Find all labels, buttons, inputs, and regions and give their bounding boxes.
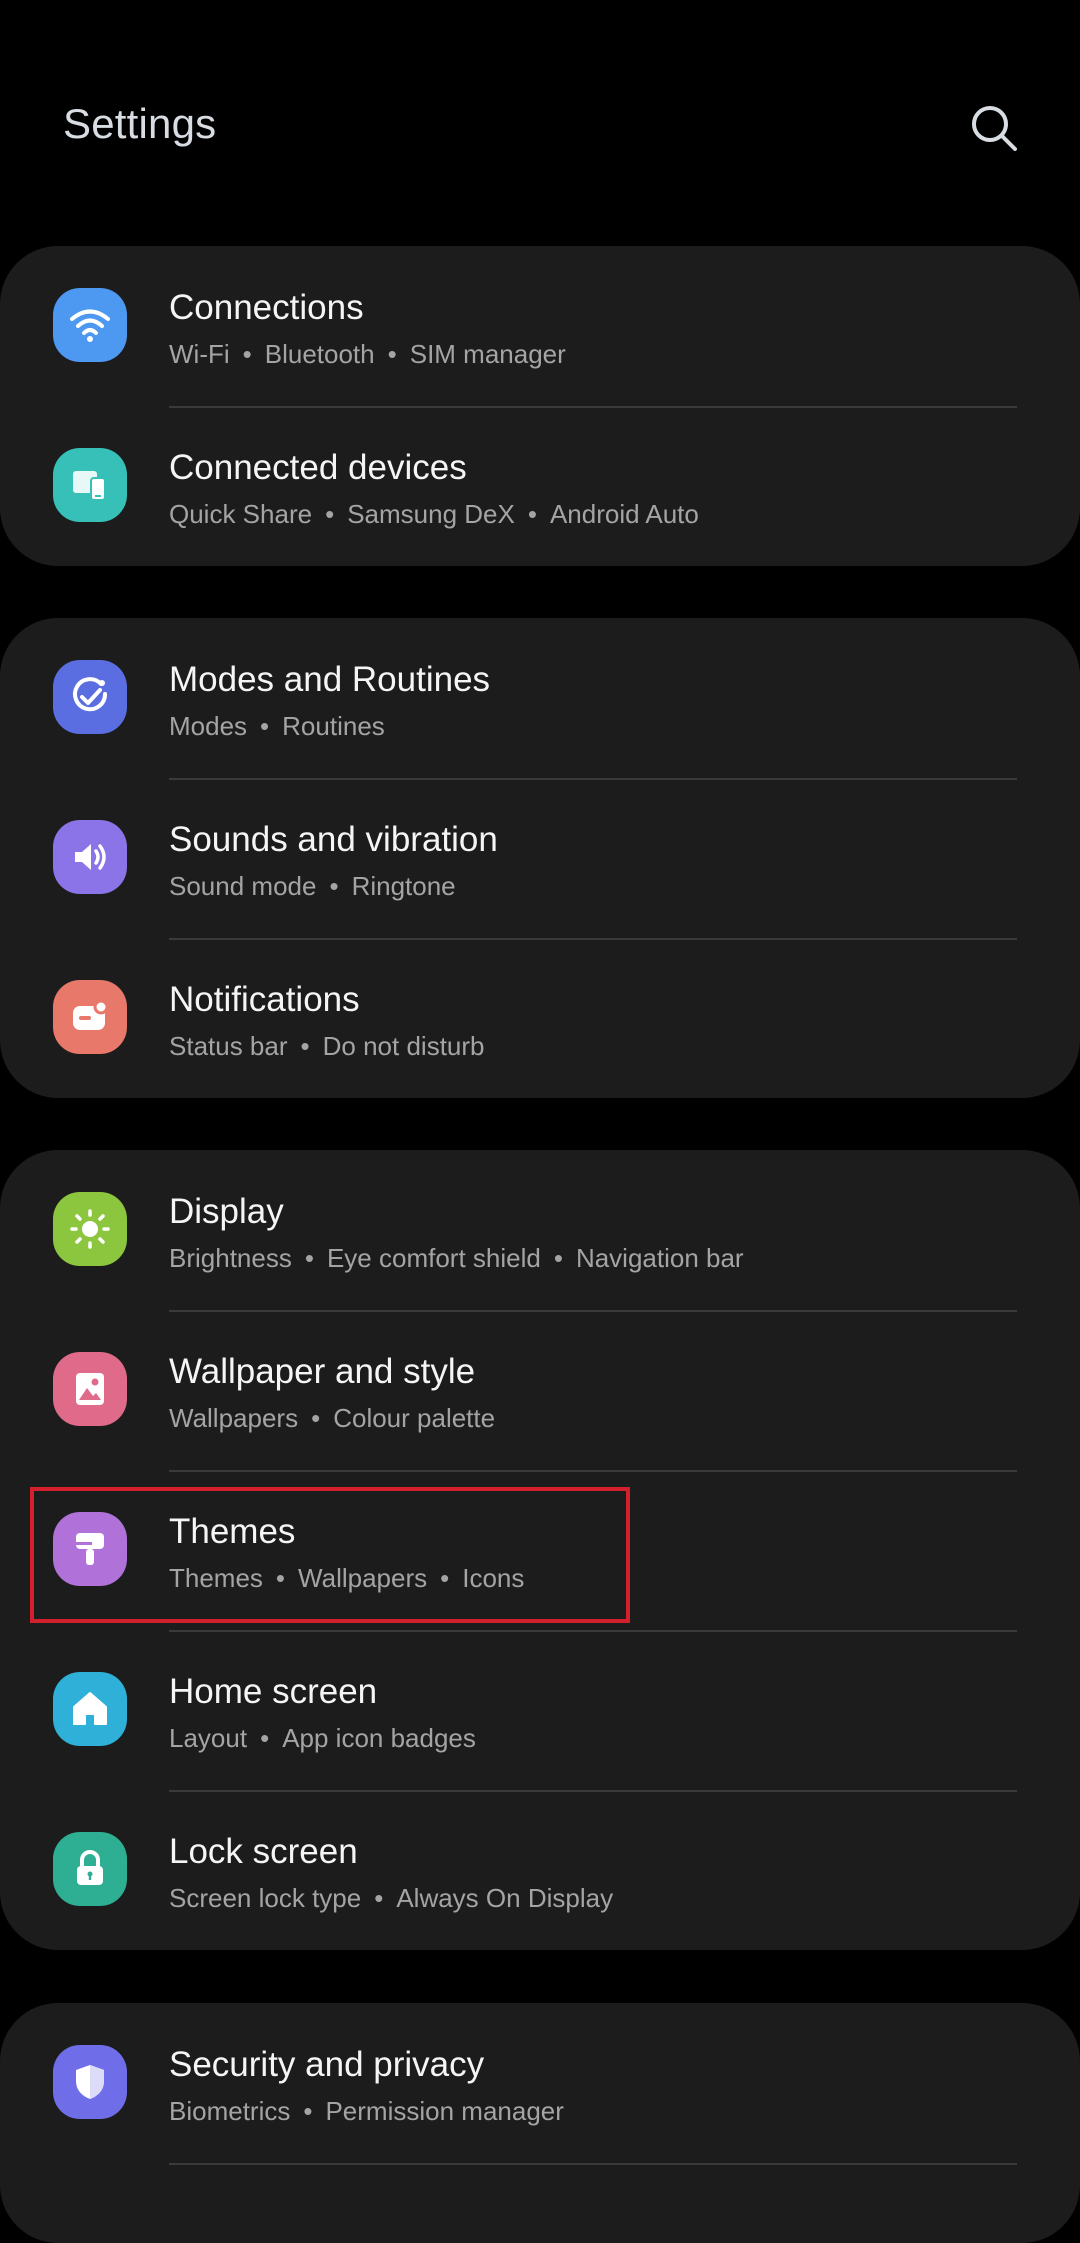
header: Settings — [0, 0, 1080, 246]
settings-group-connections: Connections Wi-Fi • Bluetooth • SIM manager … — [0, 246, 1080, 566]
setting-subtitle: Wallpapers • Colour palette — [169, 1403, 496, 1433]
shield-icon — [53, 2045, 127, 2119]
setting-title: Sounds and vibration — [169, 820, 498, 859]
notification-icon — [53, 980, 127, 1054]
sun-icon — [53, 1192, 127, 1266]
setting-item-connections[interactable]: Connections Wi-Fi • Bluetooth • SIM manager — [0, 246, 1080, 406]
search-icon — [972, 106, 1017, 151]
setting-title: Wallpaper and style — [169, 1352, 476, 1391]
setting-item-wallpaper-and-style[interactable]: Wallpaper and style Wallpapers • Colour pa… — [0, 1310, 1080, 1470]
setting-subtitle: Biometrics • Permission manager — [169, 2096, 564, 2126]
search-button[interactable] — [962, 96, 1026, 160]
paint-brush-icon — [53, 1512, 127, 1586]
setting-item-modes-and-routines[interactable]: Modes and Routines Modes • Routines — [0, 618, 1080, 778]
check-circle-icon — [53, 660, 127, 734]
page-title: Settings — [63, 100, 217, 147]
setting-title: Lock screen — [169, 1832, 358, 1871]
connected-devices-icon — [53, 448, 127, 522]
setting-item-sounds-and-vibration[interactable]: Sounds and vibration Sound mode • Ringtone — [0, 778, 1080, 938]
setting-subtitle: Themes • Wallpapers • Icons — [169, 1563, 525, 1593]
setting-item-connected-devices[interactable]: Connected devices Quick Share • Samsung De… — [0, 406, 1080, 566]
setting-subtitle: Sound mode • Ringtone — [169, 871, 456, 901]
home-icon — [53, 1672, 127, 1746]
lock-icon — [53, 1832, 127, 1906]
setting-title: Connected devices — [169, 448, 467, 487]
settings-group-display: Display Brightness • Eye comfort shield • Na… — [0, 1150, 1080, 1950]
speaker-icon — [53, 820, 127, 894]
setting-subtitle: Layout • App icon badges — [169, 1723, 476, 1753]
setting-item-lock-screen[interactable]: Lock screen Screen lock type • Always On D… — [0, 1790, 1080, 1950]
wifi-icon — [53, 288, 127, 362]
setting-title: Security and privacy — [169, 2045, 485, 2084]
divider — [169, 2163, 1017, 2165]
setting-subtitle: Quick Share • Samsung DeX • Android Auto — [169, 499, 699, 529]
setting-item-notifications[interactable]: Notifications Status bar • Do not disturb — [0, 938, 1080, 1098]
setting-title: Themes — [169, 1512, 296, 1551]
setting-title: Notifications — [169, 980, 360, 1019]
setting-title: Modes and Routines — [169, 660, 491, 699]
setting-item-themes[interactable]: Themes Themes • Wallpapers • Icons — [0, 1470, 1080, 1630]
setting-subtitle: Status bar • Do not disturb — [169, 1031, 485, 1061]
setting-item-home-screen[interactable]: Home screen Layout • App icon badges — [0, 1630, 1080, 1790]
setting-item-security-and-privacy[interactable]: Security and privacy Biometrics • Permissi… — [0, 2003, 1080, 2163]
setting-title: Connections — [169, 288, 364, 327]
settings-group-security: Security and privacy Biometrics • Permissi… — [0, 2003, 1080, 2243]
setting-subtitle: Modes • Routines — [169, 711, 385, 741]
setting-item-display[interactable]: Display Brightness • Eye comfort shield • Na… — [0, 1150, 1080, 1310]
setting-subtitle: Screen lock type • Always On Display — [169, 1883, 614, 1913]
setting-title: Display — [169, 1192, 284, 1231]
settings-group-modes: Modes and Routines Modes • Routines Sounds… — [0, 618, 1080, 1098]
setting-subtitle: Brightness • Eye comfort shield • Navigation… — [169, 1243, 744, 1273]
setting-title: Home screen — [169, 1672, 378, 1711]
image-icon — [53, 1352, 127, 1426]
setting-subtitle: Wi-Fi • Bluetooth • SIM manager — [169, 339, 566, 369]
